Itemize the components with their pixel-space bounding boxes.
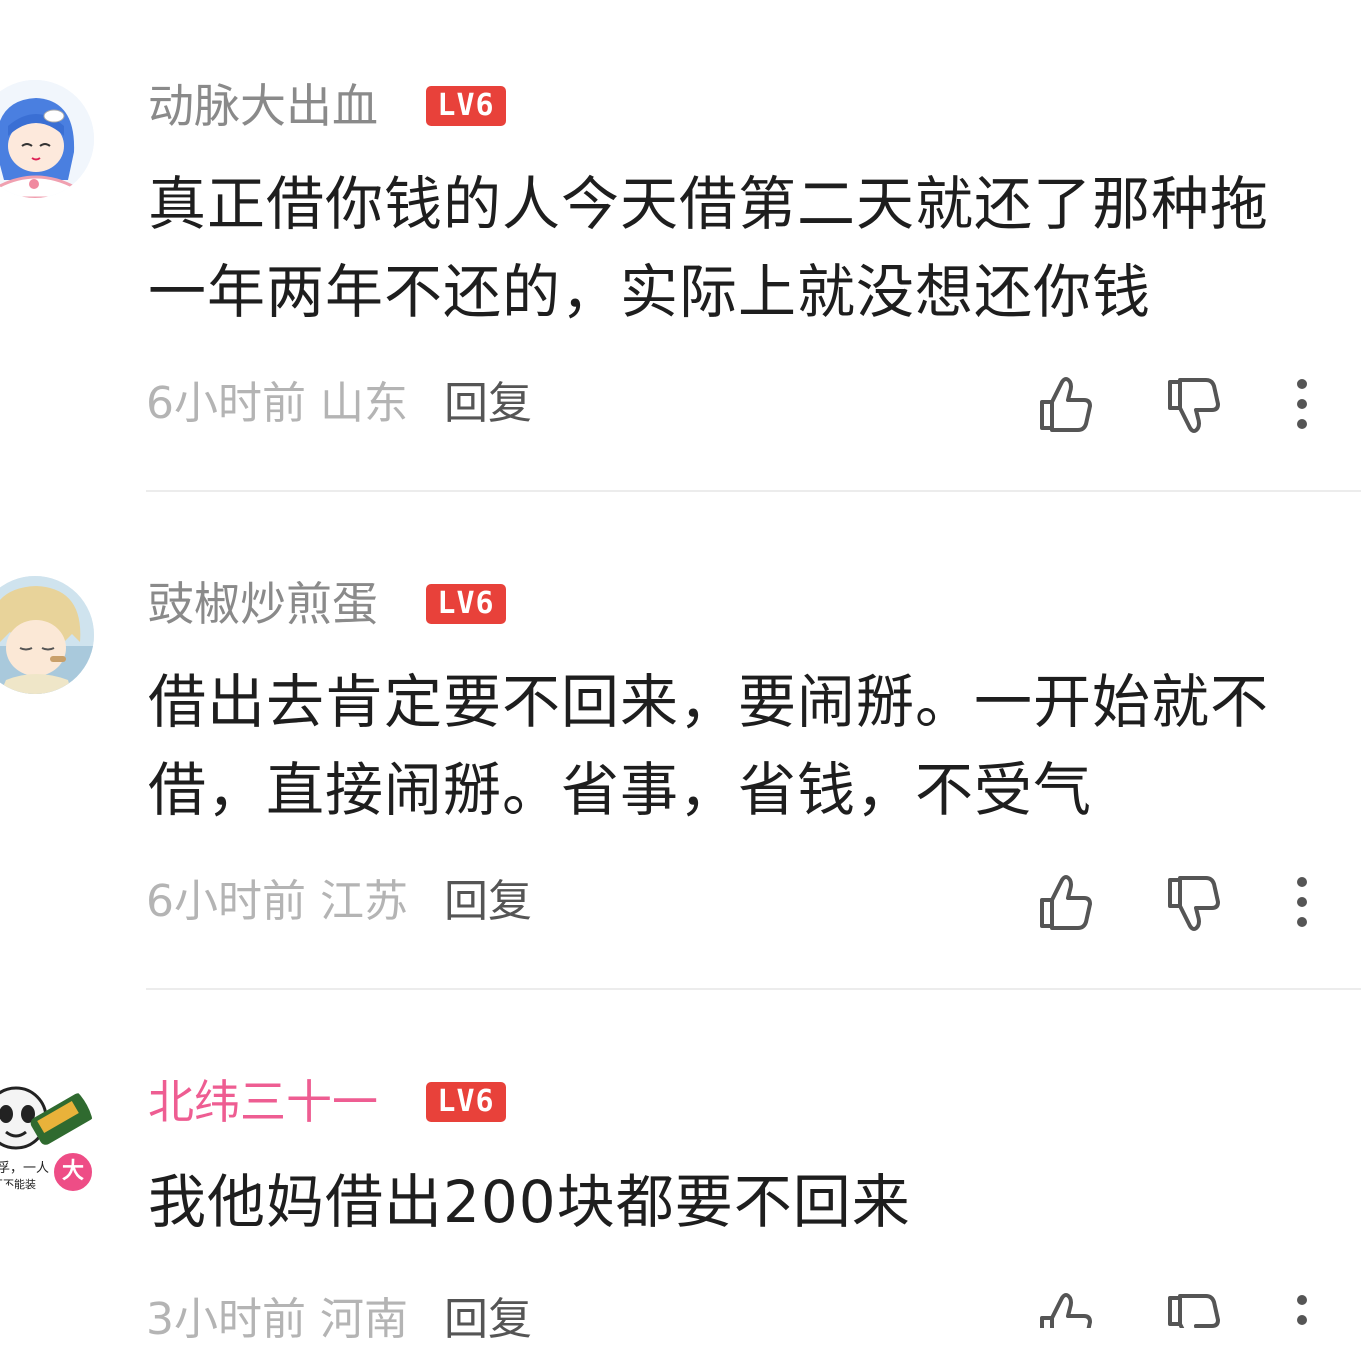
reply-button[interactable]: 回复 bbox=[444, 378, 532, 429]
more-vertical-icon bbox=[1270, 372, 1334, 436]
comment-meta: 6小时前 山东 回复 bbox=[146, 374, 532, 434]
thumbs-down-icon bbox=[1162, 872, 1226, 936]
reply-button[interactable]: 回复 bbox=[444, 876, 532, 927]
username[interactable]: 豉椒炒煎蛋 bbox=[148, 574, 378, 634]
like-button[interactable] bbox=[1034, 870, 1098, 934]
user-avatar[interactable] bbox=[0, 576, 94, 694]
comment-text: 真正借你钱的人今天借第二天就还了那种拖一年两年不还的，实际上就没想还你钱 bbox=[148, 170, 1270, 326]
comment-meta: 3小时前 河南 回复 bbox=[146, 1290, 532, 1350]
comment-location: 河南 bbox=[320, 1294, 408, 1345]
svg-text:南孚，一人: 南孚，一人 bbox=[0, 1160, 49, 1176]
user-avatar[interactable] bbox=[0, 80, 94, 198]
thumbs-down-icon bbox=[1162, 1290, 1226, 1328]
more-vertical-icon bbox=[1270, 1288, 1334, 1328]
more-button[interactable] bbox=[1270, 1264, 1334, 1328]
thumbs-down-icon bbox=[1162, 374, 1226, 438]
comment-text: 我他妈借出200块都要不回来 bbox=[148, 1168, 911, 1236]
thumbs-up-icon bbox=[1034, 1288, 1098, 1328]
more-vertical-icon bbox=[1270, 870, 1334, 934]
dislike-button[interactable] bbox=[1162, 872, 1226, 936]
username[interactable]: 北纬三十一 bbox=[148, 1072, 378, 1132]
divider bbox=[146, 988, 1361, 990]
divider bbox=[146, 490, 1361, 492]
comment-time: 6小时前 bbox=[146, 378, 306, 429]
thumbs-up-icon bbox=[1034, 870, 1098, 934]
comment-location: 江苏 bbox=[320, 876, 408, 927]
more-button[interactable] bbox=[1270, 372, 1334, 436]
level-badge: LV6 bbox=[426, 86, 506, 126]
dislike-button[interactable] bbox=[1162, 1264, 1226, 1328]
svg-text:还不能装: 还不能装 bbox=[0, 1177, 36, 1191]
comment-time: 3小时前 bbox=[146, 1294, 306, 1345]
like-button[interactable] bbox=[1034, 1264, 1098, 1328]
dislike-button[interactable] bbox=[1162, 374, 1226, 438]
more-button[interactable] bbox=[1270, 870, 1334, 934]
like-button[interactable] bbox=[1034, 372, 1098, 436]
reply-button[interactable]: 回复 bbox=[444, 1294, 532, 1345]
comment-location: 山东 bbox=[320, 378, 408, 429]
comment-meta: 6小时前 江苏 回复 bbox=[146, 872, 532, 932]
vip-badge: 大 bbox=[51, 1150, 95, 1194]
level-badge: LV6 bbox=[426, 1082, 506, 1122]
level-badge: LV6 bbox=[426, 584, 506, 624]
comment-text: 借出去肯定要不回来，要闹掰。一开始就不借，直接闹掰。省事，省钱，不受气 bbox=[148, 668, 1270, 824]
thumbs-up-icon bbox=[1034, 372, 1098, 436]
comment-time: 6小时前 bbox=[146, 876, 306, 927]
username[interactable]: 动脉大出血 bbox=[148, 76, 378, 136]
